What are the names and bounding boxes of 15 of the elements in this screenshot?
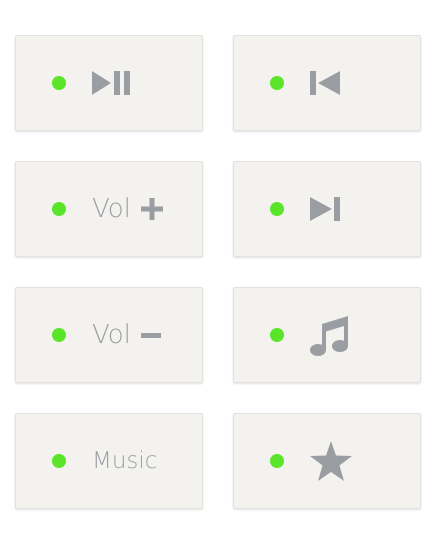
keypad-button[interactable]	[233, 287, 421, 383]
music-note-icon	[310, 314, 350, 356]
play-pause-icon	[92, 71, 132, 95]
previous-icon	[310, 71, 340, 95]
keypad-button[interactable]	[15, 35, 203, 131]
next-icon	[310, 197, 340, 221]
plus-icon	[140, 198, 163, 220]
star-icon	[310, 441, 352, 481]
minus-icon	[140, 332, 161, 338]
keypad-button[interactable]	[233, 35, 421, 131]
keypad-button[interactable]: Music	[15, 413, 203, 509]
keypad-button[interactable]: Vol	[15, 161, 203, 257]
keypad-button[interactable]: Vol	[15, 287, 203, 383]
keypad-button[interactable]	[233, 161, 421, 257]
keypad-button[interactable]	[233, 413, 421, 509]
